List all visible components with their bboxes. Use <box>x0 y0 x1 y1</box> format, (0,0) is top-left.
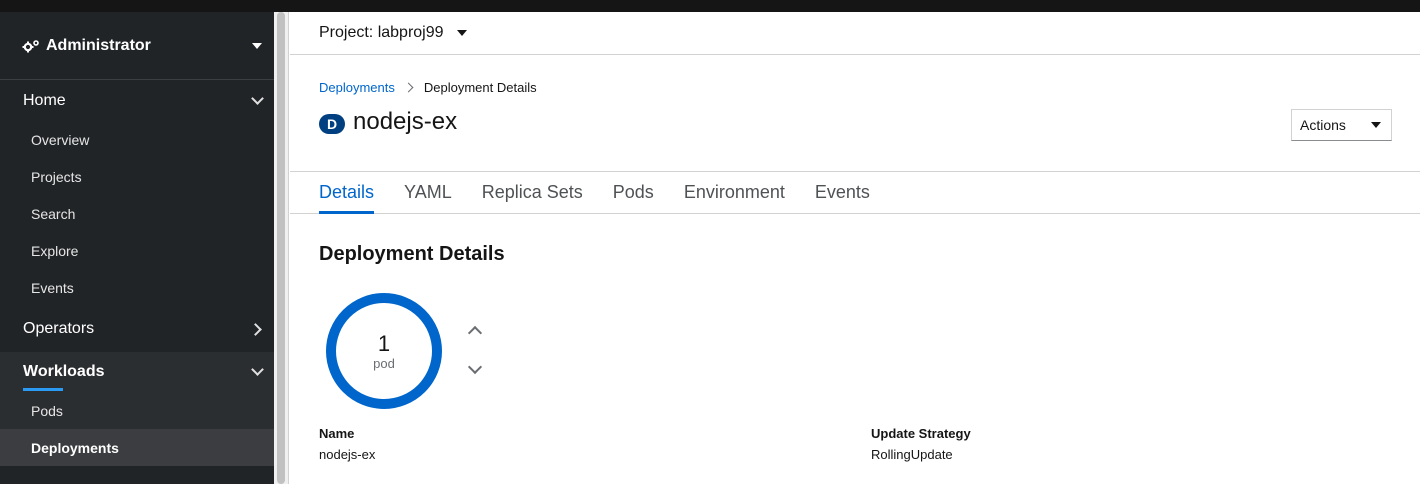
resource-badge: D <box>319 114 345 134</box>
perspective-label: Administrator <box>46 36 151 54</box>
nav-section-operators-label: Operators <box>23 320 95 337</box>
tab-replica-sets[interactable]: Replica Sets <box>482 172 583 213</box>
tab-events[interactable]: Events <box>815 172 870 213</box>
sidebar-nav: Administrator Home Overview Projects Sea… <box>0 12 274 484</box>
caret-down-icon <box>1371 122 1381 128</box>
project-selector-label: Project: labproj99 <box>319 24 444 41</box>
breadcrumb-deployments-link[interactable]: Deployments <box>319 80 395 95</box>
name-label: Name <box>319 426 355 441</box>
update-strategy-label: Update Strategy <box>871 426 971 441</box>
actions-dropdown-button[interactable]: Actions <box>1291 109 1392 141</box>
chevron-right-icon <box>249 322 262 336</box>
page-title: D nodejs-ex <box>319 108 457 136</box>
sidebar-item-events[interactable]: Events <box>0 269 274 306</box>
tab-pods[interactable]: Pods <box>613 172 654 213</box>
tab-details[interactable]: Details <box>319 172 375 214</box>
masthead-strip <box>0 0 1420 12</box>
caret-down-icon <box>252 42 262 49</box>
sidebar-item-overview[interactable]: Overview <box>0 121 274 158</box>
nav-section-workloads-label: Workloads <box>23 363 105 380</box>
main-content: Project: labproj99 Deployments Deploymen… <box>290 12 1420 484</box>
nav-section-home-label: Home <box>23 91 66 109</box>
workloads-group: Workloads Pods Deployments <box>0 352 274 466</box>
breadcrumb: Deployments Deployment Details <box>319 80 537 95</box>
active-section-indicator <box>23 388 63 391</box>
name-field: Name nodejs-ex <box>319 426 375 462</box>
actions-label: Actions <box>1300 117 1346 133</box>
scale-up-icon[interactable] <box>467 325 483 341</box>
section-title: Deployment Details <box>319 243 505 265</box>
nav-section-workloads[interactable]: Workloads <box>0 352 274 392</box>
pod-count: 1 <box>377 330 391 356</box>
sidebar-item-pods[interactable]: Pods <box>0 392 274 429</box>
sidebar-item-search[interactable]: Search <box>0 195 274 232</box>
nav-section-operators[interactable]: Operators <box>0 306 274 352</box>
sidebar-item-projects[interactable]: Projects <box>0 158 274 195</box>
name-value: nodejs-ex <box>319 447 376 462</box>
pod-count-display: 1 pod <box>325 292 443 410</box>
update-strategy-field: Update Strategy RollingUpdate <box>871 426 971 462</box>
tab-yaml[interactable]: YAML <box>404 172 452 213</box>
pod-unit: pod <box>373 355 395 371</box>
project-bar: Project: labproj99 <box>290 12 1420 55</box>
chevron-down-icon <box>251 363 264 376</box>
project-selector[interactable]: Project: labproj99 <box>319 24 467 42</box>
tab-environment[interactable]: Environment <box>684 172 785 213</box>
update-strategy-value: RollingUpdate <box>871 447 953 462</box>
chevron-down-icon <box>251 91 264 105</box>
scale-down-icon[interactable] <box>467 359 483 375</box>
nav-section-home[interactable]: Home <box>0 80 274 121</box>
sidebar-item-explore[interactable]: Explore <box>0 232 274 269</box>
caret-down-icon <box>456 30 467 36</box>
breadcrumb-current: Deployment Details <box>423 80 537 95</box>
scrollbar-thumb[interactable] <box>277 12 285 484</box>
perspective-switcher[interactable]: Administrator <box>0 12 274 80</box>
cogs-icon <box>22 37 40 55</box>
pod-scale-control <box>465 325 485 382</box>
sidebar-scrollbar[interactable] <box>274 12 289 484</box>
resource-name: nodejs-ex <box>353 108 458 135</box>
sidebar-item-deployments[interactable]: Deployments <box>0 429 274 466</box>
chevron-right-icon <box>403 82 414 93</box>
tab-bar: Details YAML Replica Sets Pods Environme… <box>290 171 1420 214</box>
